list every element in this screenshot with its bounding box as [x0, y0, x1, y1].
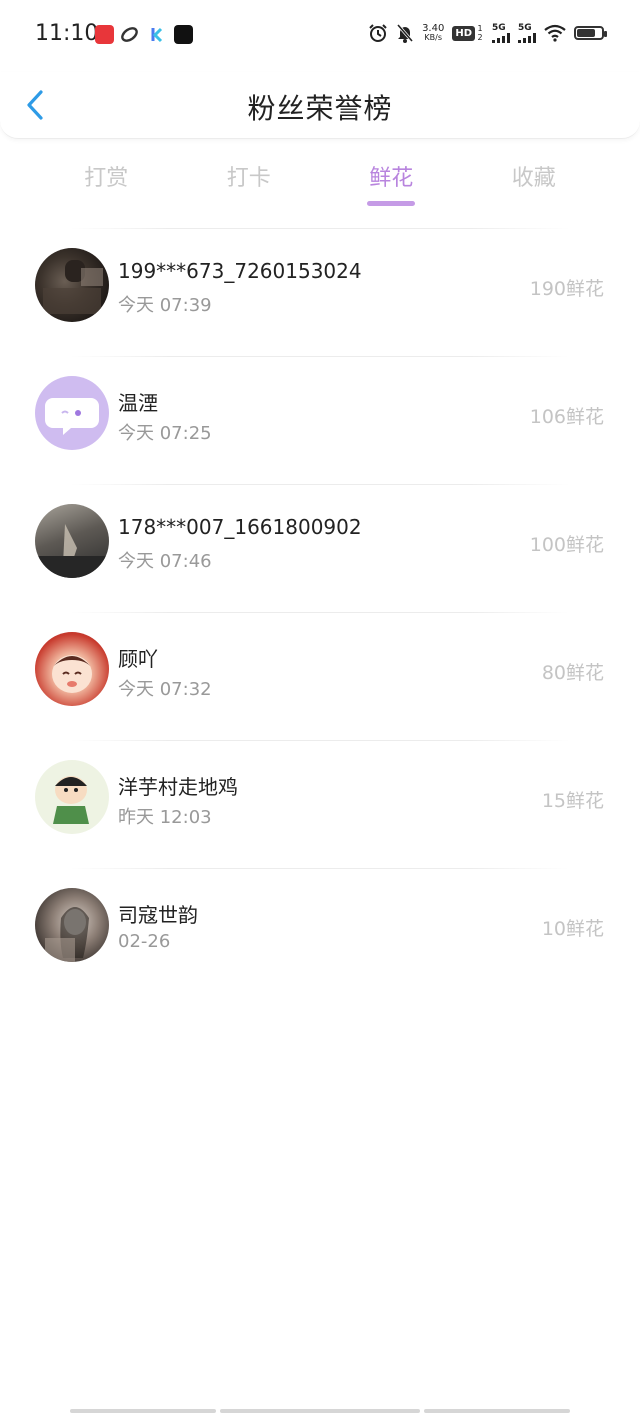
fan-time: 今天 07:32: [118, 679, 212, 700]
tab-label: 打卡: [226, 166, 271, 191]
hd-badge: HD 1 2: [452, 24, 484, 42]
active-tab-indicator: [367, 201, 416, 206]
avatar[interactable]: [35, 248, 109, 322]
net-speed-unit: KB/s: [424, 33, 442, 42]
k-app-icon: [148, 25, 167, 44]
fan-name: 司寇世韵: [118, 903, 198, 927]
fan-name: 199***673_7260153024: [118, 259, 362, 283]
gesture-segment: [424, 1409, 570, 1413]
list-item[interactable]: 178***007_1661800902 今天 07:46 100鲜花: [0, 485, 640, 612]
tab-label: 打赏: [84, 166, 129, 191]
status-bar: 11:10 3.40 KB/s HD 1 2 5G 5G: [0, 0, 640, 72]
chat-bubble-icon: [45, 398, 99, 435]
avatar[interactable]: [35, 888, 109, 962]
gesture-segment: [220, 1409, 420, 1413]
avatar[interactable]: [35, 760, 109, 834]
tab-flowers[interactable]: 鲜花: [320, 152, 463, 212]
fan-name: 顾吖: [118, 647, 158, 671]
tab-checkin[interactable]: 打卡: [178, 152, 321, 212]
flower-count: 80鲜花: [541, 662, 604, 684]
dewu-app-icon: [174, 25, 193, 44]
net-speed: 3.40 KB/s: [422, 23, 445, 43]
link-app-icon: [120, 25, 139, 44]
page-title: 粉丝荣誉榜: [247, 92, 393, 125]
signal-1-icon: 5G: [492, 22, 510, 43]
sig2-label: 5G: [518, 22, 532, 33]
sig1-label: 5G: [492, 22, 506, 33]
tab-bar: 打赏 打卡 鲜花 收藏: [35, 152, 605, 212]
mute-bell-icon: [396, 23, 414, 43]
avatar[interactable]: [35, 632, 109, 706]
avatar[interactable]: [35, 376, 109, 450]
list-item[interactable]: 洋芋村走地鸡 昨天 12:03 15鲜花: [0, 741, 640, 868]
fan-time: 02-26: [118, 931, 171, 952]
fan-name: 洋芋村走地鸡: [118, 775, 238, 799]
flower-count: 190鲜花: [529, 278, 604, 300]
list-item[interactable]: 顾吖 今天 07:32 80鲜花: [0, 613, 640, 740]
gesture-bar: [0, 1401, 640, 1415]
flower-count: 106鲜花: [529, 406, 604, 428]
list-item[interactable]: 199***673_7260153024 今天 07:39 190鲜花: [0, 229, 640, 356]
status-indicators: 3.40 KB/s HD 1 2 5G 5G: [368, 22, 607, 43]
alarm-icon: [368, 23, 388, 43]
battery-icon: [574, 26, 607, 40]
signal-2-icon: 5G: [518, 22, 536, 43]
list-item[interactable]: 温湮 今天 07:25 106鲜花: [0, 357, 640, 484]
wifi-icon: [544, 24, 566, 42]
flower-count: 15鲜花: [541, 790, 604, 812]
page-header: 粉丝荣誉榜: [0, 72, 640, 139]
tab-label: 鲜花: [369, 166, 414, 191]
fan-name: 178***007_1661800902: [118, 515, 362, 539]
fan-time: 今天 07:39: [118, 295, 212, 316]
fan-time: 昨天 12:03: [118, 807, 212, 828]
fan-name: 温湮: [118, 391, 158, 415]
list-item[interactable]: 司寇世韵 02-26 10鲜花: [0, 869, 640, 996]
tab-favorites[interactable]: 收藏: [463, 152, 606, 212]
flower-count: 100鲜花: [529, 534, 604, 556]
fan-time: 今天 07:25: [118, 423, 212, 444]
gesture-segment: [70, 1409, 216, 1413]
status-time: 11:10: [35, 21, 99, 46]
fan-list: 199***673_7260153024 今天 07:39 190鲜花 温湮 今…: [0, 228, 640, 996]
tab-reward[interactable]: 打赏: [35, 152, 178, 212]
fan-time: 今天 07:46: [118, 551, 212, 572]
hd-sub: 1 2: [477, 24, 483, 42]
news-app-icon: [95, 25, 114, 44]
net-speed-value: 3.40: [422, 23, 445, 34]
tab-label: 收藏: [511, 166, 556, 191]
avatar[interactable]: [35, 504, 109, 578]
flower-count: 10鲜花: [541, 918, 604, 940]
hd-label: HD: [452, 25, 475, 41]
